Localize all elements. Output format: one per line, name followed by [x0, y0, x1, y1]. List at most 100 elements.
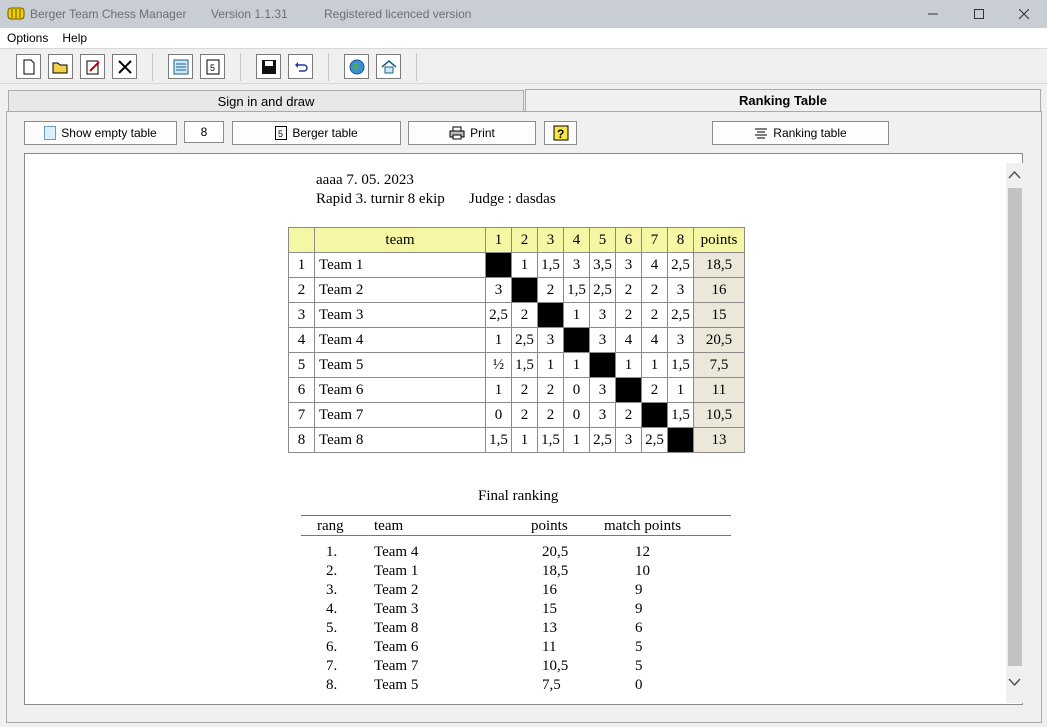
team-name: Team 1: [314, 252, 486, 278]
result-cell: 3: [485, 277, 512, 303]
result-cell: 0: [485, 402, 512, 428]
maximize-icon: [974, 9, 984, 19]
team-points: 16: [693, 277, 745, 303]
row-number: 8: [288, 427, 315, 453]
result-cell: 2: [537, 402, 564, 428]
ranking-match-points: 9: [635, 601, 643, 617]
result-cell: 3: [563, 252, 590, 278]
row-number: 6: [288, 377, 315, 403]
scroll-up-icon[interactable]: [1008, 170, 1021, 180]
web-button[interactable]: [344, 54, 369, 79]
blank-page-icon: [44, 126, 57, 140]
result-cell: 0: [563, 377, 590, 403]
result-cell: 1: [485, 327, 512, 353]
ranking-match-points: 0: [635, 677, 643, 693]
header-round: 4: [563, 227, 590, 253]
list-button[interactable]: [168, 54, 193, 79]
menu-options[interactable]: Options: [0, 28, 55, 48]
minimize-button[interactable]: [910, 0, 956, 28]
result-cell: 1: [485, 377, 512, 403]
menu-help[interactable]: Help: [55, 28, 94, 48]
result-cell: 1: [537, 352, 564, 378]
ranking-team: Team 8: [374, 620, 419, 636]
result-cell: 3: [667, 327, 694, 353]
result-cell: 1: [511, 252, 538, 278]
result-cell: 2: [537, 377, 564, 403]
undo-button[interactable]: [288, 54, 313, 79]
result-cell: 4: [641, 252, 668, 278]
result-cell: 3,5: [589, 252, 616, 278]
ranking-rang: 2.: [326, 563, 338, 579]
table-row: 8 Team 8 1,5 1 1,5 1 2,5 3 2,5 13: [288, 427, 745, 453]
berger-toolbar-button[interactable]: 5: [200, 54, 225, 79]
scrollbar-thumb[interactable]: [1008, 188, 1022, 666]
teams-count-input[interactable]: 8: [184, 121, 224, 143]
edit-button[interactable]: [80, 54, 105, 79]
ranking-points: 13: [542, 620, 557, 636]
result-cell: 2: [537, 277, 564, 303]
result-cell: 3: [589, 402, 616, 428]
delete-button[interactable]: [112, 54, 137, 79]
toolbar-divider: [328, 53, 329, 81]
save-button[interactable]: [256, 54, 281, 79]
team-name: Team 4: [314, 327, 486, 353]
open-button[interactable]: [48, 54, 73, 79]
close-window-button[interactable]: [1001, 0, 1047, 28]
row-number: 2: [288, 277, 315, 303]
team-points: 20,5: [693, 327, 745, 353]
ranking-header-rang: rang: [317, 518, 344, 534]
new-button[interactable]: [16, 54, 41, 79]
ranking-points: 7,5: [542, 677, 561, 693]
edit-icon: [86, 60, 100, 74]
list-icon: [173, 59, 188, 74]
help-button[interactable]: ?: [544, 121, 577, 145]
save-icon: [261, 59, 276, 74]
print-button[interactable]: Print: [408, 121, 536, 145]
result-cell: 2: [641, 302, 668, 328]
header-round: 7: [641, 227, 668, 253]
team-points: 7,5: [693, 352, 745, 378]
printer-icon: [449, 126, 465, 140]
team-points: 18,5: [693, 252, 745, 278]
header-round: 1: [485, 227, 512, 253]
diagonal-cell: [615, 377, 642, 403]
result-cell: 2: [641, 377, 668, 403]
show-empty-table-button[interactable]: Show empty table: [24, 121, 177, 145]
diagonal-cell: [537, 302, 564, 328]
home-button[interactable]: [376, 54, 401, 79]
svg-text:5: 5: [278, 129, 283, 139]
ranking-team: Team 5: [374, 677, 419, 693]
ranking-team: Team 6: [374, 639, 419, 655]
table-row: 3 Team 3 2,5 2 1 3 2 2 2,5 15: [288, 302, 745, 328]
result-cell: 2: [511, 402, 538, 428]
header-round: 3: [537, 227, 564, 253]
ranking-table-button[interactable]: Ranking table: [712, 121, 889, 145]
scroll-down-icon[interactable]: [1008, 677, 1021, 687]
diagonal-cell: [589, 352, 616, 378]
result-cell: 2,5: [667, 252, 694, 278]
ranking-header-team: team: [374, 518, 404, 534]
ranking-table-label: Ranking table: [773, 126, 847, 140]
ranking-rang: 8.: [326, 677, 338, 693]
ranking-rang: 3.: [326, 582, 338, 598]
judge-name: Judge : dasdas: [469, 191, 556, 207]
diagonal-cell: [485, 252, 512, 278]
ranking-match-points: 9: [635, 582, 643, 598]
tab-ranking-table[interactable]: Ranking Table: [525, 89, 1041, 111]
tab-sign-in-and-draw[interactable]: Sign in and draw: [8, 90, 524, 112]
ranking-rang: 6.: [326, 639, 338, 655]
svg-text:?: ?: [557, 127, 564, 141]
ranking-team: Team 1: [374, 563, 419, 579]
minimize-icon: [928, 13, 938, 15]
result-cell: 1: [563, 427, 590, 453]
team-name: Team 8: [314, 427, 486, 453]
align-lines-icon: [755, 128, 768, 139]
result-cell: 1,5: [667, 402, 694, 428]
berger-table-button[interactable]: 5 Berger table: [232, 121, 401, 145]
row-number: 5: [288, 352, 315, 378]
result-cell: 2: [511, 302, 538, 328]
result-cell: 3: [537, 327, 564, 353]
maximize-button[interactable]: [956, 0, 1002, 28]
ranking-rang: 7.: [326, 658, 338, 674]
header-round: 8: [667, 227, 694, 253]
